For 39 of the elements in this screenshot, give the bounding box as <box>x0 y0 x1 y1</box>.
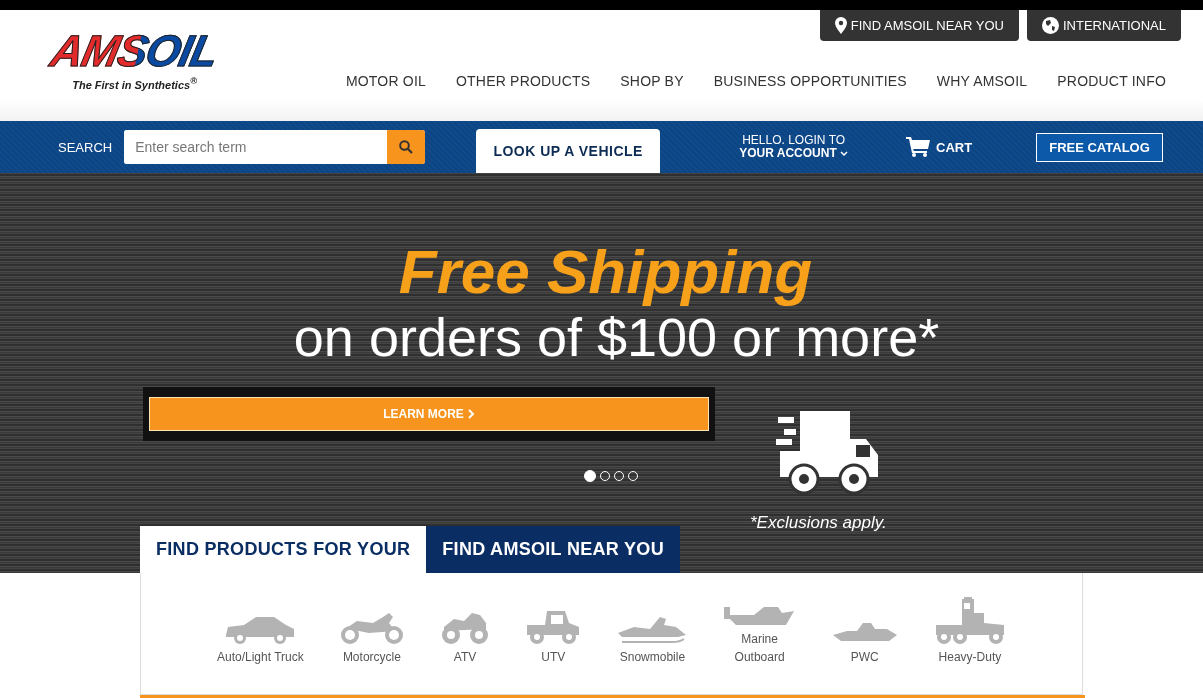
search-button[interactable] <box>387 130 426 164</box>
utility-link[interactable]: INTERNATIONAL <box>1026 10 1181 41</box>
vehicle-type-link[interactable]: Snowmobile <box>616 613 689 666</box>
tab[interactable]: FIND AMSOIL NEAR YOU <box>426 526 680 573</box>
vehicle-type-link[interactable]: ATV <box>440 609 491 666</box>
nav-link[interactable]: MOTOR OIL <box>330 73 442 89</box>
semi-truck-icon <box>933 595 1006 645</box>
chevron-icon <box>467 409 475 419</box>
nav-link[interactable]: PRODUCT INFO <box>1042 73 1181 89</box>
nav-link[interactable]: BUSINESS OPPORTUNITIES <box>698 73 922 89</box>
tab[interactable]: FIND PRODUCTS FOR YOUR <box>140 526 427 573</box>
account-login-link[interactable]: HELLO. LOGIN TO YOUR ACCOUNT <box>739 134 849 160</box>
logo-tagline: The First in Synthetics$^{®}$ <box>72 76 197 91</box>
search-icon <box>399 140 414 154</box>
exclusions-note: *Exclusions apply. <box>750 513 887 533</box>
hero-headline: Free Shipping <box>398 237 813 307</box>
map-pin-icon <box>834 17 847 34</box>
nav-link[interactable]: OTHER PRODUCTS <box>441 73 606 89</box>
nav-link[interactable]: WHY AMSOIL <box>921 73 1043 89</box>
vehicle-type-link[interactable]: Motorcycle <box>338 609 405 666</box>
vehicle-type-link[interactable]: Marine Outboard <box>723 603 796 666</box>
chevron-icon <box>840 151 849 157</box>
utv-icon <box>525 609 582 645</box>
vehicle-type-link[interactable]: PWC <box>830 617 899 666</box>
vehicle-type-link[interactable]: Auto/Light Truck <box>217 613 304 666</box>
vehicle-type-link[interactable]: Heavy-Duty <box>933 595 1006 666</box>
hero-subline: on orders of $100 or more* <box>293 307 940 367</box>
delivery-truck-icon <box>776 409 880 495</box>
globe-icon <box>1041 17 1059 34</box>
cart-link[interactable]: CART <box>936 139 973 155</box>
nav-link[interactable]: SHOP BY <box>605 73 699 89</box>
search-label: SEARCH <box>58 139 113 155</box>
vehicle-lookup-tab[interactable]: LOOK UP A VEHICLE <box>476 129 661 173</box>
carousel-dot[interactable] <box>584 470 596 482</box>
search-field[interactable]: Enter search term <box>124 130 426 164</box>
free-catalog-button[interactable]: FREE CATALOG <box>1036 132 1163 162</box>
utility-link[interactable]: FIND AMSOIL NEAR YOU <box>819 10 1019 41</box>
cart-icon[interactable] <box>906 137 931 157</box>
vehicle-type-link[interactable]: UTV <box>525 609 582 666</box>
